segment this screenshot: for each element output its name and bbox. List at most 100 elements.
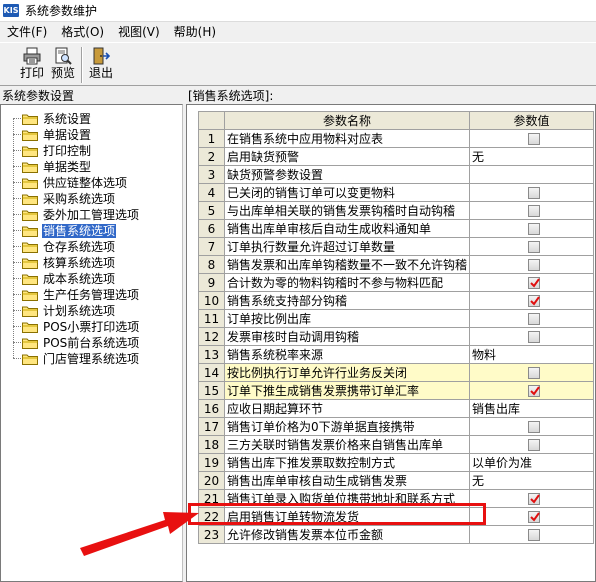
parameter-checkbox[interactable] (528, 205, 541, 217)
parameter-value-cell[interactable]: 物料 (469, 345, 595, 364)
tree-connector (13, 342, 21, 343)
window-title: 系统参数维护 (25, 4, 98, 18)
table-row[interactable]: 6 销售出库单审核后自动生成收料通知单 (198, 219, 595, 238)
parameter-name: 三方关联时销售发票价格来自销售出库单 (223, 435, 471, 454)
tree-item[interactable]: 系统设置 (22, 111, 92, 126)
parameter-value-cell[interactable] (469, 327, 595, 346)
settings-tree[interactable]: 系统设置 单据设置 打印控制 单据类型 供应链整体选项 采购系统选项 委外加工管理选项 销售系… (0, 104, 183, 582)
parameter-value-cell[interactable] (469, 435, 595, 454)
parameter-value-cell[interactable] (469, 417, 595, 436)
parameter-value-cell[interactable]: 以单价为准 (469, 453, 595, 472)
parameter-checkbox[interactable] (528, 259, 541, 271)
folder-icon (22, 226, 38, 237)
parameter-value-cell[interactable] (469, 129, 595, 148)
parameter-checkbox[interactable] (528, 529, 541, 541)
parameter-value-cell[interactable] (469, 237, 595, 256)
parameter-value-cell[interactable] (469, 201, 595, 220)
tree-item[interactable]: 生产任务管理选项 (22, 287, 140, 302)
table-row[interactable]: 17 销售订单价格为0下游单据直接携带 (198, 417, 595, 436)
parameter-value-cell[interactable]: 无 (469, 471, 595, 490)
table-row[interactable]: 4 已关闭的销售订单可以变更物料 (198, 183, 595, 202)
parameter-value-cell[interactable] (469, 381, 595, 400)
parameter-checkbox[interactable] (528, 385, 541, 397)
parameter-checkbox[interactable] (528, 493, 541, 505)
parameter-checkbox[interactable] (528, 367, 541, 379)
parameter-checkbox[interactable] (528, 187, 541, 199)
table-row[interactable]: 9 合计数为零的物料钩稽时不参与物料匹配 (198, 273, 595, 292)
menu-help[interactable]: 帮助(H) (167, 22, 223, 42)
parameter-value-cell[interactable] (469, 255, 595, 274)
table-row[interactable]: 19 销售出库下推发票取数控制方式 以单价为准 (198, 453, 595, 472)
parameter-checkbox[interactable] (528, 295, 541, 307)
parameter-checkbox[interactable] (528, 277, 541, 289)
tree-item[interactable]: 打印控制 (22, 143, 92, 158)
parameter-name: 销售系统税率来源 (223, 345, 471, 364)
parameter-value-cell[interactable] (469, 525, 595, 544)
table-row[interactable]: 7 订单执行数量允许超过订单数量 (198, 237, 595, 256)
table-row[interactable]: 10 销售系统支持部分钩稽 (198, 291, 595, 310)
parameter-grid[interactable]: 参数名称 参数值 1 在销售系统中应用物料对应表 2 启用缺货预警无 3 缺货预警参数设置… (186, 104, 596, 582)
exit-button[interactable]: 退出 (86, 46, 116, 84)
tree-item[interactable]: POS小票打印选项 (22, 319, 140, 334)
table-row[interactable]: 15 订单下推生成销售发票携带订单汇率 (198, 381, 595, 400)
row-number: 18 (198, 435, 225, 454)
tree-item[interactable]: POS前台系统选项 (22, 335, 140, 350)
parameter-value-text: 物料 (472, 348, 497, 362)
table-row[interactable]: 5 与出库单相关联的销售发票钩稽时自动钩稽 (198, 201, 595, 220)
parameter-value-cell[interactable]: 销售出库 (469, 399, 595, 418)
table-row[interactable]: 1 在销售系统中应用物料对应表 (198, 129, 595, 148)
tree-item-label: 成本系统选项 (43, 271, 116, 286)
parameter-value-cell[interactable] (469, 219, 595, 238)
tree-item[interactable]: 核算系统选项 (22, 255, 116, 270)
parameter-value-cell[interactable] (469, 363, 595, 382)
table-row[interactable]: 3 缺货预警参数设置 (198, 165, 595, 184)
parameter-value-cell[interactable]: 无 (469, 147, 595, 166)
print-button[interactable]: 打印 (17, 46, 47, 84)
table-row[interactable]: 22 启用销售订单转物流发货 (198, 507, 595, 526)
tree-item[interactable]: 单据类型 (22, 159, 92, 174)
tree-item[interactable]: 门店管理系统选项 (22, 351, 140, 366)
parameter-checkbox[interactable] (528, 511, 541, 523)
tree-item-label: 核算系统选项 (43, 255, 116, 270)
tree-item[interactable]: 委外加工管理选项 (22, 207, 140, 222)
tree-item[interactable]: 成本系统选项 (22, 271, 116, 286)
tree-item[interactable]: 供应链整体选项 (22, 175, 128, 190)
tree-item[interactable]: 采购系统选项 (22, 191, 116, 206)
parameter-table: 参数名称 参数值 1 在销售系统中应用物料对应表 2 启用缺货预警无 3 缺货预警参数设置… (198, 111, 595, 544)
menu-file[interactable]: 文件(F) (0, 22, 54, 42)
folder-icon (22, 178, 38, 189)
parameter-checkbox[interactable] (528, 223, 541, 235)
table-row[interactable]: 12 发票审核时自动调用钩稽 (198, 327, 595, 346)
table-row[interactable]: 11 订单按比例出库 (198, 309, 595, 328)
table-row[interactable]: 2 启用缺货预警无 (198, 147, 595, 166)
parameter-value-cell[interactable] (469, 489, 595, 508)
table-row[interactable]: 18 三方关联时销售发票价格来自销售出库单 (198, 435, 595, 454)
menu-format[interactable]: 格式(O) (54, 22, 111, 42)
table-row[interactable]: 14 按比例执行订单允许行业务反关闭 (198, 363, 595, 382)
table-row[interactable]: 20 销售出库单审核自动生成销售发票无 (198, 471, 595, 490)
parameter-value-cell[interactable] (469, 507, 595, 526)
table-row[interactable]: 13 销售系统税率来源 物料 (198, 345, 595, 364)
parameter-value-cell[interactable] (469, 309, 595, 328)
menu-view[interactable]: 视图(V) (111, 22, 167, 42)
table-row[interactable]: 8 销售发票和出库单钩稽数量不一致不允许钩稽 (198, 255, 595, 274)
preview-button[interactable]: 预览 (48, 46, 78, 84)
parameter-checkbox[interactable] (528, 313, 541, 325)
parameter-value-cell[interactable] (469, 273, 595, 292)
parameter-checkbox[interactable] (528, 421, 541, 433)
parameter-value-cell[interactable] (469, 165, 595, 184)
parameter-checkbox[interactable] (528, 133, 541, 145)
table-row[interactable]: 23 允许修改销售发票本位币金额 (198, 525, 595, 544)
tree-item[interactable]: 计划系统选项 (22, 303, 116, 318)
tree-item[interactable]: 单据设置 (22, 127, 92, 142)
parameter-checkbox[interactable] (528, 331, 541, 343)
parameter-value-cell[interactable] (469, 291, 595, 310)
tree-connector (13, 246, 21, 247)
table-row[interactable]: 21 销售订单录入购货单位携带地址和联系方式 (198, 489, 595, 508)
table-row[interactable]: 16 应收日期起算环节 销售出库 (198, 399, 595, 418)
tree-item[interactable]: 仓存系统选项 (22, 239, 116, 254)
parameter-checkbox[interactable] (528, 439, 541, 451)
parameter-checkbox[interactable] (528, 241, 541, 253)
tree-item[interactable]: 销售系统选项 (22, 223, 117, 238)
parameter-value-cell[interactable] (469, 183, 595, 202)
